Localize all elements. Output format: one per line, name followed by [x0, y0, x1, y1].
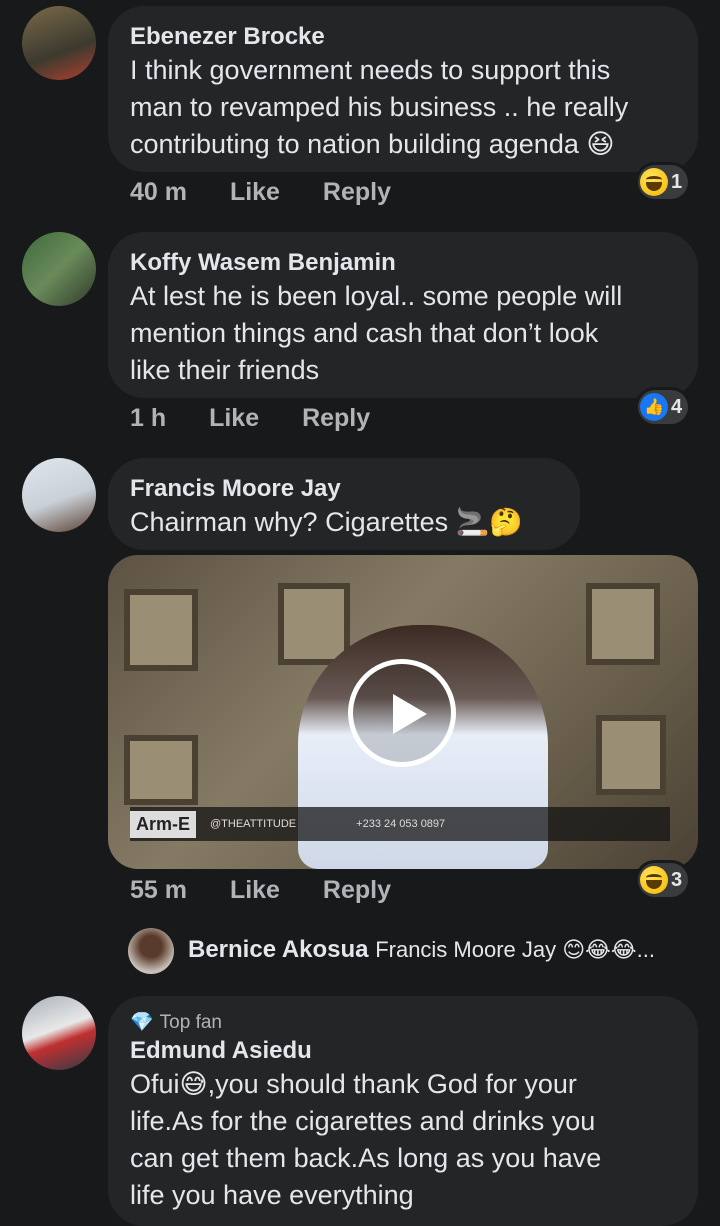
ticker-phone: +233 24 053 0897: [356, 818, 446, 830]
reply-button[interactable]: Reply: [323, 178, 391, 206]
comment-bubble: Ebenezer Brocke I think government needs…: [108, 6, 698, 172]
comment-line: contributing to nation building agenda 😆: [130, 129, 615, 159]
diamond-icon: 💎: [130, 1012, 154, 1033]
comment-bubble: Francis Moore Jay Chairman why? Cigarett…: [108, 458, 580, 550]
video-attachment[interactable]: Arm-E @THEATTITUDE +233 24 053 0897: [108, 555, 698, 869]
avatar[interactable]: [22, 232, 96, 306]
comment-line: like their friends: [130, 355, 320, 385]
comment-bubble: Koffy Wasem Benjamin At lest he is been …: [108, 232, 698, 398]
door-panel: [586, 583, 660, 665]
laughing-emoji-icon: [640, 866, 668, 894]
badge-label: Top fan: [159, 1012, 222, 1033]
comment-line: life you have everything: [130, 1180, 414, 1210]
comment-line: Ofui😅,you should thank God for your: [130, 1069, 577, 1099]
play-icon[interactable]: [348, 659, 456, 767]
reaction-count-value: 4: [671, 395, 683, 418]
comment-meta: 55 m Like Reply: [130, 876, 427, 905]
comment-author[interactable]: Edmund Asiedu: [130, 1036, 676, 1066]
comment-author[interactable]: Francis Moore Jay: [130, 474, 558, 504]
comment-line: Chairman why? Cigarettes 🚬🤔: [130, 507, 523, 537]
avatar[interactable]: [22, 996, 96, 1070]
laughing-emoji-icon: [640, 168, 668, 196]
comment-meta: 1 h Like Reply: [130, 404, 406, 433]
door-panel: [124, 589, 198, 671]
comment-line: life.As for the cigarettes and drinks yo…: [130, 1106, 596, 1136]
reply-button[interactable]: Reply: [323, 876, 391, 904]
comment-author[interactable]: Ebenezer Brocke: [130, 22, 676, 52]
comment-time: 40 m: [130, 178, 187, 206]
like-button[interactable]: Like: [230, 876, 280, 904]
avatar[interactable]: [22, 458, 96, 532]
like-button[interactable]: Like: [209, 404, 259, 432]
comment-time: 1 h: [130, 404, 167, 432]
door-panel: [596, 715, 666, 795]
comment-author[interactable]: Koffy Wasem Benjamin: [130, 248, 676, 278]
reply-preview[interactable]: Bernice Akosua Francis Moore Jay 😊😂😂...: [188, 936, 655, 964]
thumbs-up-icon: 👍: [640, 393, 668, 421]
reply-author[interactable]: Bernice Akosua: [188, 936, 369, 963]
channel-logo: Arm-E: [130, 810, 197, 838]
video-ticker: Arm-E @THEATTITUDE +233 24 053 0897: [130, 807, 670, 841]
comment-time: 55 m: [130, 876, 187, 904]
comment-line: mention things and cash that don’t look: [130, 318, 599, 348]
avatar[interactable]: [22, 6, 96, 80]
ticker-handle: @THEATTITUDE: [210, 818, 297, 830]
reaction-count-value: 1: [671, 170, 683, 193]
reaction-count[interactable]: 3: [638, 863, 689, 897]
reply-text: Francis Moore Jay 😊😂😂...: [375, 937, 655, 962]
top-fan-badge: 💎 Top fan: [130, 1010, 676, 1036]
comment-line: I think government needs to support this: [130, 55, 611, 85]
avatar[interactable]: [128, 928, 174, 974]
reaction-count-value: 3: [671, 868, 683, 891]
comment-bubble: 💎 Top fan Edmund Asiedu Ofui😅,you should …: [108, 996, 698, 1226]
reply-button[interactable]: Reply: [302, 404, 370, 432]
reaction-count[interactable]: 👍 4: [638, 390, 689, 424]
like-button[interactable]: Like: [230, 178, 280, 206]
comment-line: can get them back.As long as you have: [130, 1143, 602, 1173]
comment-line: man to revamped his business .. he reall…: [130, 92, 629, 122]
door-panel: [124, 735, 198, 805]
comment-line: At lest he is been loyal.. some people w…: [130, 281, 623, 311]
reaction-count[interactable]: 1: [638, 165, 689, 199]
comment-meta: 40 m Like Reply: [130, 178, 427, 207]
